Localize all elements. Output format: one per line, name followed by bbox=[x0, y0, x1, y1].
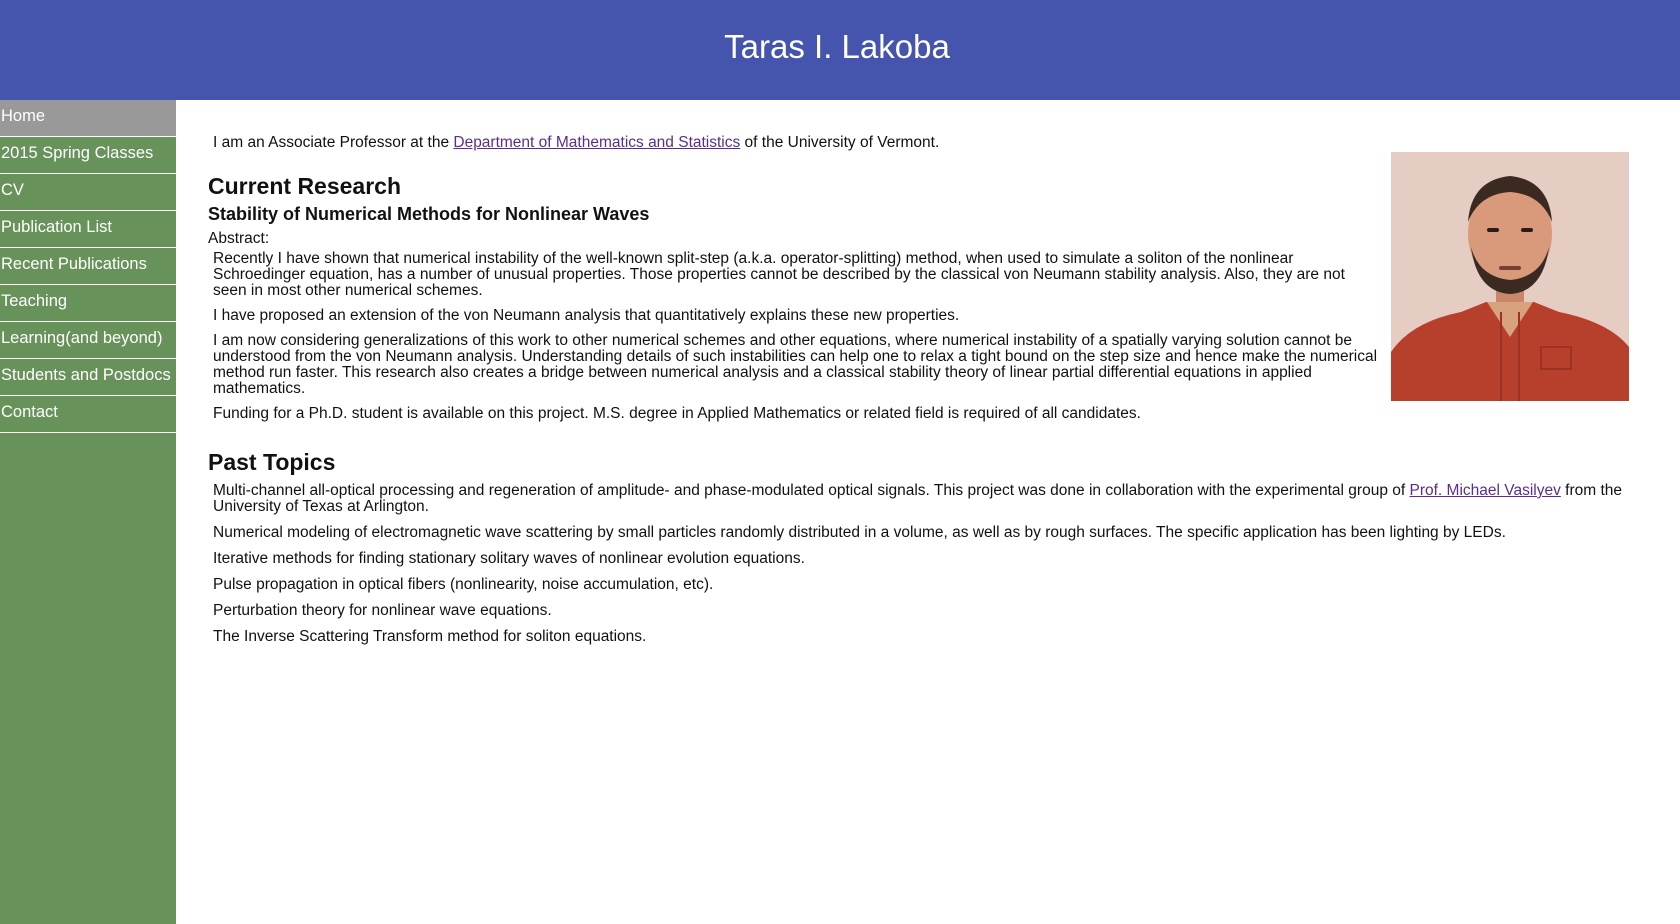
nav-item-learning[interactable]: Learning(and beyond) bbox=[0, 322, 176, 359]
past-topics-list: Multi-channel all-optical processing and… bbox=[213, 483, 1628, 645]
site-header: Taras I. Lakoba bbox=[0, 0, 1680, 100]
research-paragraph: Recently I have shown that numerical ins… bbox=[213, 250, 1345, 299]
profile-photo bbox=[1391, 152, 1629, 401]
vasilyev-link[interactable]: Prof. Michael Vasilyev bbox=[1410, 482, 1561, 499]
past-topic-item: The Inverse Scattering Transform method … bbox=[213, 628, 647, 645]
nav-item-spring-classes[interactable]: 2015 Spring Classes bbox=[0, 137, 176, 174]
past-topic-item: Numerical modeling of electromagnetic wa… bbox=[213, 524, 1506, 541]
past-topic-item: Iterative methods for finding stationary… bbox=[213, 550, 805, 567]
research-paragraph: I am now considering generalizations of … bbox=[213, 332, 1378, 397]
nav-item-recent-publications[interactable]: Recent Publications bbox=[0, 248, 176, 285]
sidebar-nav: Home 2015 Spring Classes CV Publication … bbox=[0, 100, 176, 924]
nav-item-home[interactable]: Home bbox=[0, 100, 176, 137]
intro-text-after: of the University of Vermont. bbox=[740, 134, 940, 151]
intro-text-before: I am an Associate Professor at the bbox=[213, 134, 454, 151]
past-topics-heading: Past Topics bbox=[208, 449, 336, 475]
past-topic-item: Multi-channel all-optical processing and… bbox=[213, 483, 1628, 515]
past-topic-text: Multi-channel all-optical processing and… bbox=[213, 482, 1410, 499]
intro-text: I am an Associate Professor at the Depar… bbox=[213, 135, 1628, 151]
nav-item-students-postdocs[interactable]: Students and Postdocs bbox=[0, 359, 176, 396]
site-title: Taras I. Lakoba bbox=[724, 28, 950, 65]
research-paragraph: Funding for a Ph.D. student is available… bbox=[213, 405, 1141, 422]
nav-item-contact[interactable]: Contact bbox=[0, 396, 176, 433]
profile-photo-image bbox=[1391, 152, 1629, 401]
research-paragraph: I have proposed an extension of the von … bbox=[213, 307, 960, 324]
nav-item-publication-list[interactable]: Publication List bbox=[0, 211, 176, 248]
past-topic-item: Perturbation theory for nonlinear wave e… bbox=[213, 602, 552, 619]
nav-item-cv[interactable]: CV bbox=[0, 174, 176, 211]
nav-item-teaching[interactable]: Teaching bbox=[0, 285, 176, 322]
main-content: I am an Associate Professor at the Depar… bbox=[208, 100, 1629, 655]
past-topic-item: Pulse propagation in optical fibers (non… bbox=[213, 576, 714, 593]
department-link[interactable]: Department of Mathematics and Statistics bbox=[453, 134, 740, 151]
